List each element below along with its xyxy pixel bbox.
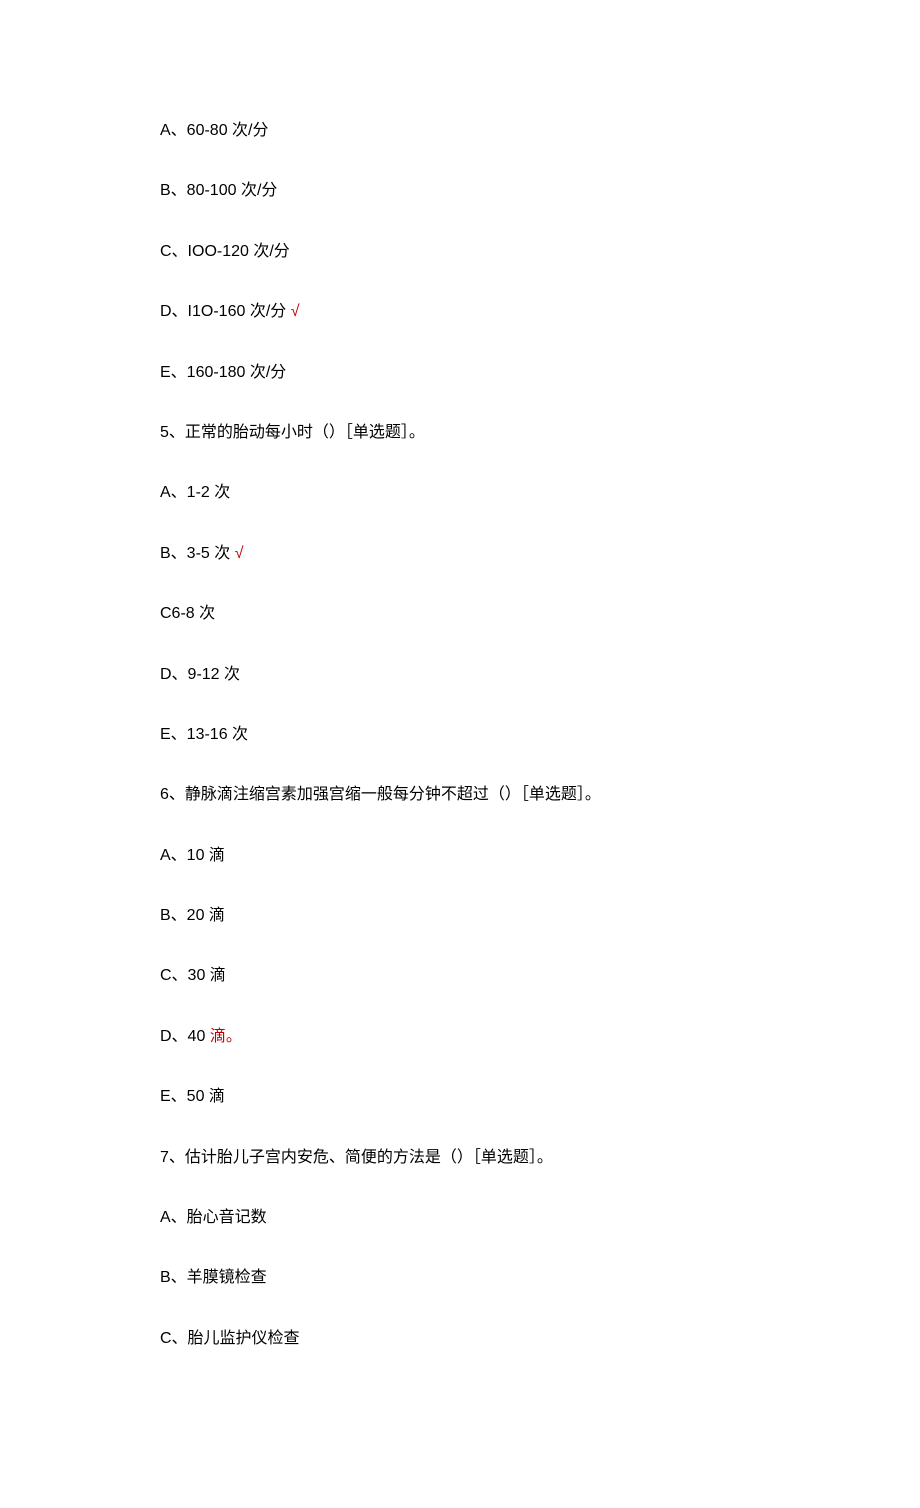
line-text: C6-8 次: [160, 605, 215, 622]
line-text: B、羊膜镜检查: [160, 1269, 267, 1286]
line-text: D、40: [160, 1028, 210, 1045]
check-mark-icon: √: [291, 303, 300, 320]
line-text: E、160-180 次/分: [160, 364, 286, 381]
text-line: B、羊膜镜检查: [160, 1267, 760, 1289]
line-text: C、30 滴: [160, 967, 226, 984]
line-text: D、I1O-160 次/分: [160, 303, 291, 320]
text-line: D、I1O-160 次/分 √: [160, 301, 760, 323]
text-line: D、9-12 次: [160, 664, 760, 686]
line-text: C、胎儿监护仪检查: [160, 1330, 300, 1347]
text-line: A、10 滴: [160, 845, 760, 867]
line-text: C、IOO-120 次/分: [160, 243, 290, 260]
line-text: 7、估计胎儿子宫内安危、简便的方法是（）［单选题］。: [160, 1149, 553, 1166]
line-text: A、胎心音记数: [160, 1209, 267, 1226]
text-line: 7、估计胎儿子宫内安危、简便的方法是（）［单选题］。: [160, 1147, 760, 1169]
line-text: A、10 滴: [160, 847, 225, 864]
text-line: E、50 滴: [160, 1086, 760, 1108]
text-line: E、13-16 次: [160, 724, 760, 746]
text-line: B、20 滴: [160, 905, 760, 927]
line-text: A、60-80 次/分: [160, 122, 269, 139]
text-line: B、3-5 次 √: [160, 543, 760, 565]
check-mark-icon: √: [235, 545, 244, 562]
line-text: 5、正常的胎动每小时（）［单选题］。: [160, 424, 425, 441]
text-line: C、IOO-120 次/分: [160, 241, 760, 263]
text-line: 6、静脉滴注缩宫素加强宫缩一般每分钟不超过（）［单选题］。: [160, 784, 760, 806]
text-line: C、30 滴: [160, 965, 760, 987]
line-text: B、3-5 次: [160, 545, 235, 562]
text-line: A、60-80 次/分: [160, 120, 760, 142]
line-text: D、9-12 次: [160, 666, 240, 683]
text-line: E、160-180 次/分: [160, 362, 760, 384]
line-highlight: 滴。: [210, 1028, 242, 1045]
text-line: C、胎儿监护仪检查: [160, 1328, 760, 1350]
line-text: A、1-2 次: [160, 484, 230, 501]
text-line: B、80-100 次/分: [160, 180, 760, 202]
line-text: E、50 滴: [160, 1088, 225, 1105]
text-line: D、40 滴。: [160, 1026, 760, 1048]
text-line: A、1-2 次: [160, 482, 760, 504]
line-text: E、13-16 次: [160, 726, 248, 743]
line-text: 6、静脉滴注缩宫素加强宫缩一般每分钟不超过（）［单选题］。: [160, 786, 601, 803]
line-text: B、20 滴: [160, 907, 225, 924]
text-line: A、胎心音记数: [160, 1207, 760, 1229]
text-line: 5、正常的胎动每小时（）［单选题］。: [160, 422, 760, 444]
text-line: C6-8 次: [160, 603, 760, 625]
line-text: B、80-100 次/分: [160, 182, 277, 199]
document-page: A、60-80 次/分 B、80-100 次/分 C、IOO-120 次/分 D、I1…: [0, 0, 760, 1508]
